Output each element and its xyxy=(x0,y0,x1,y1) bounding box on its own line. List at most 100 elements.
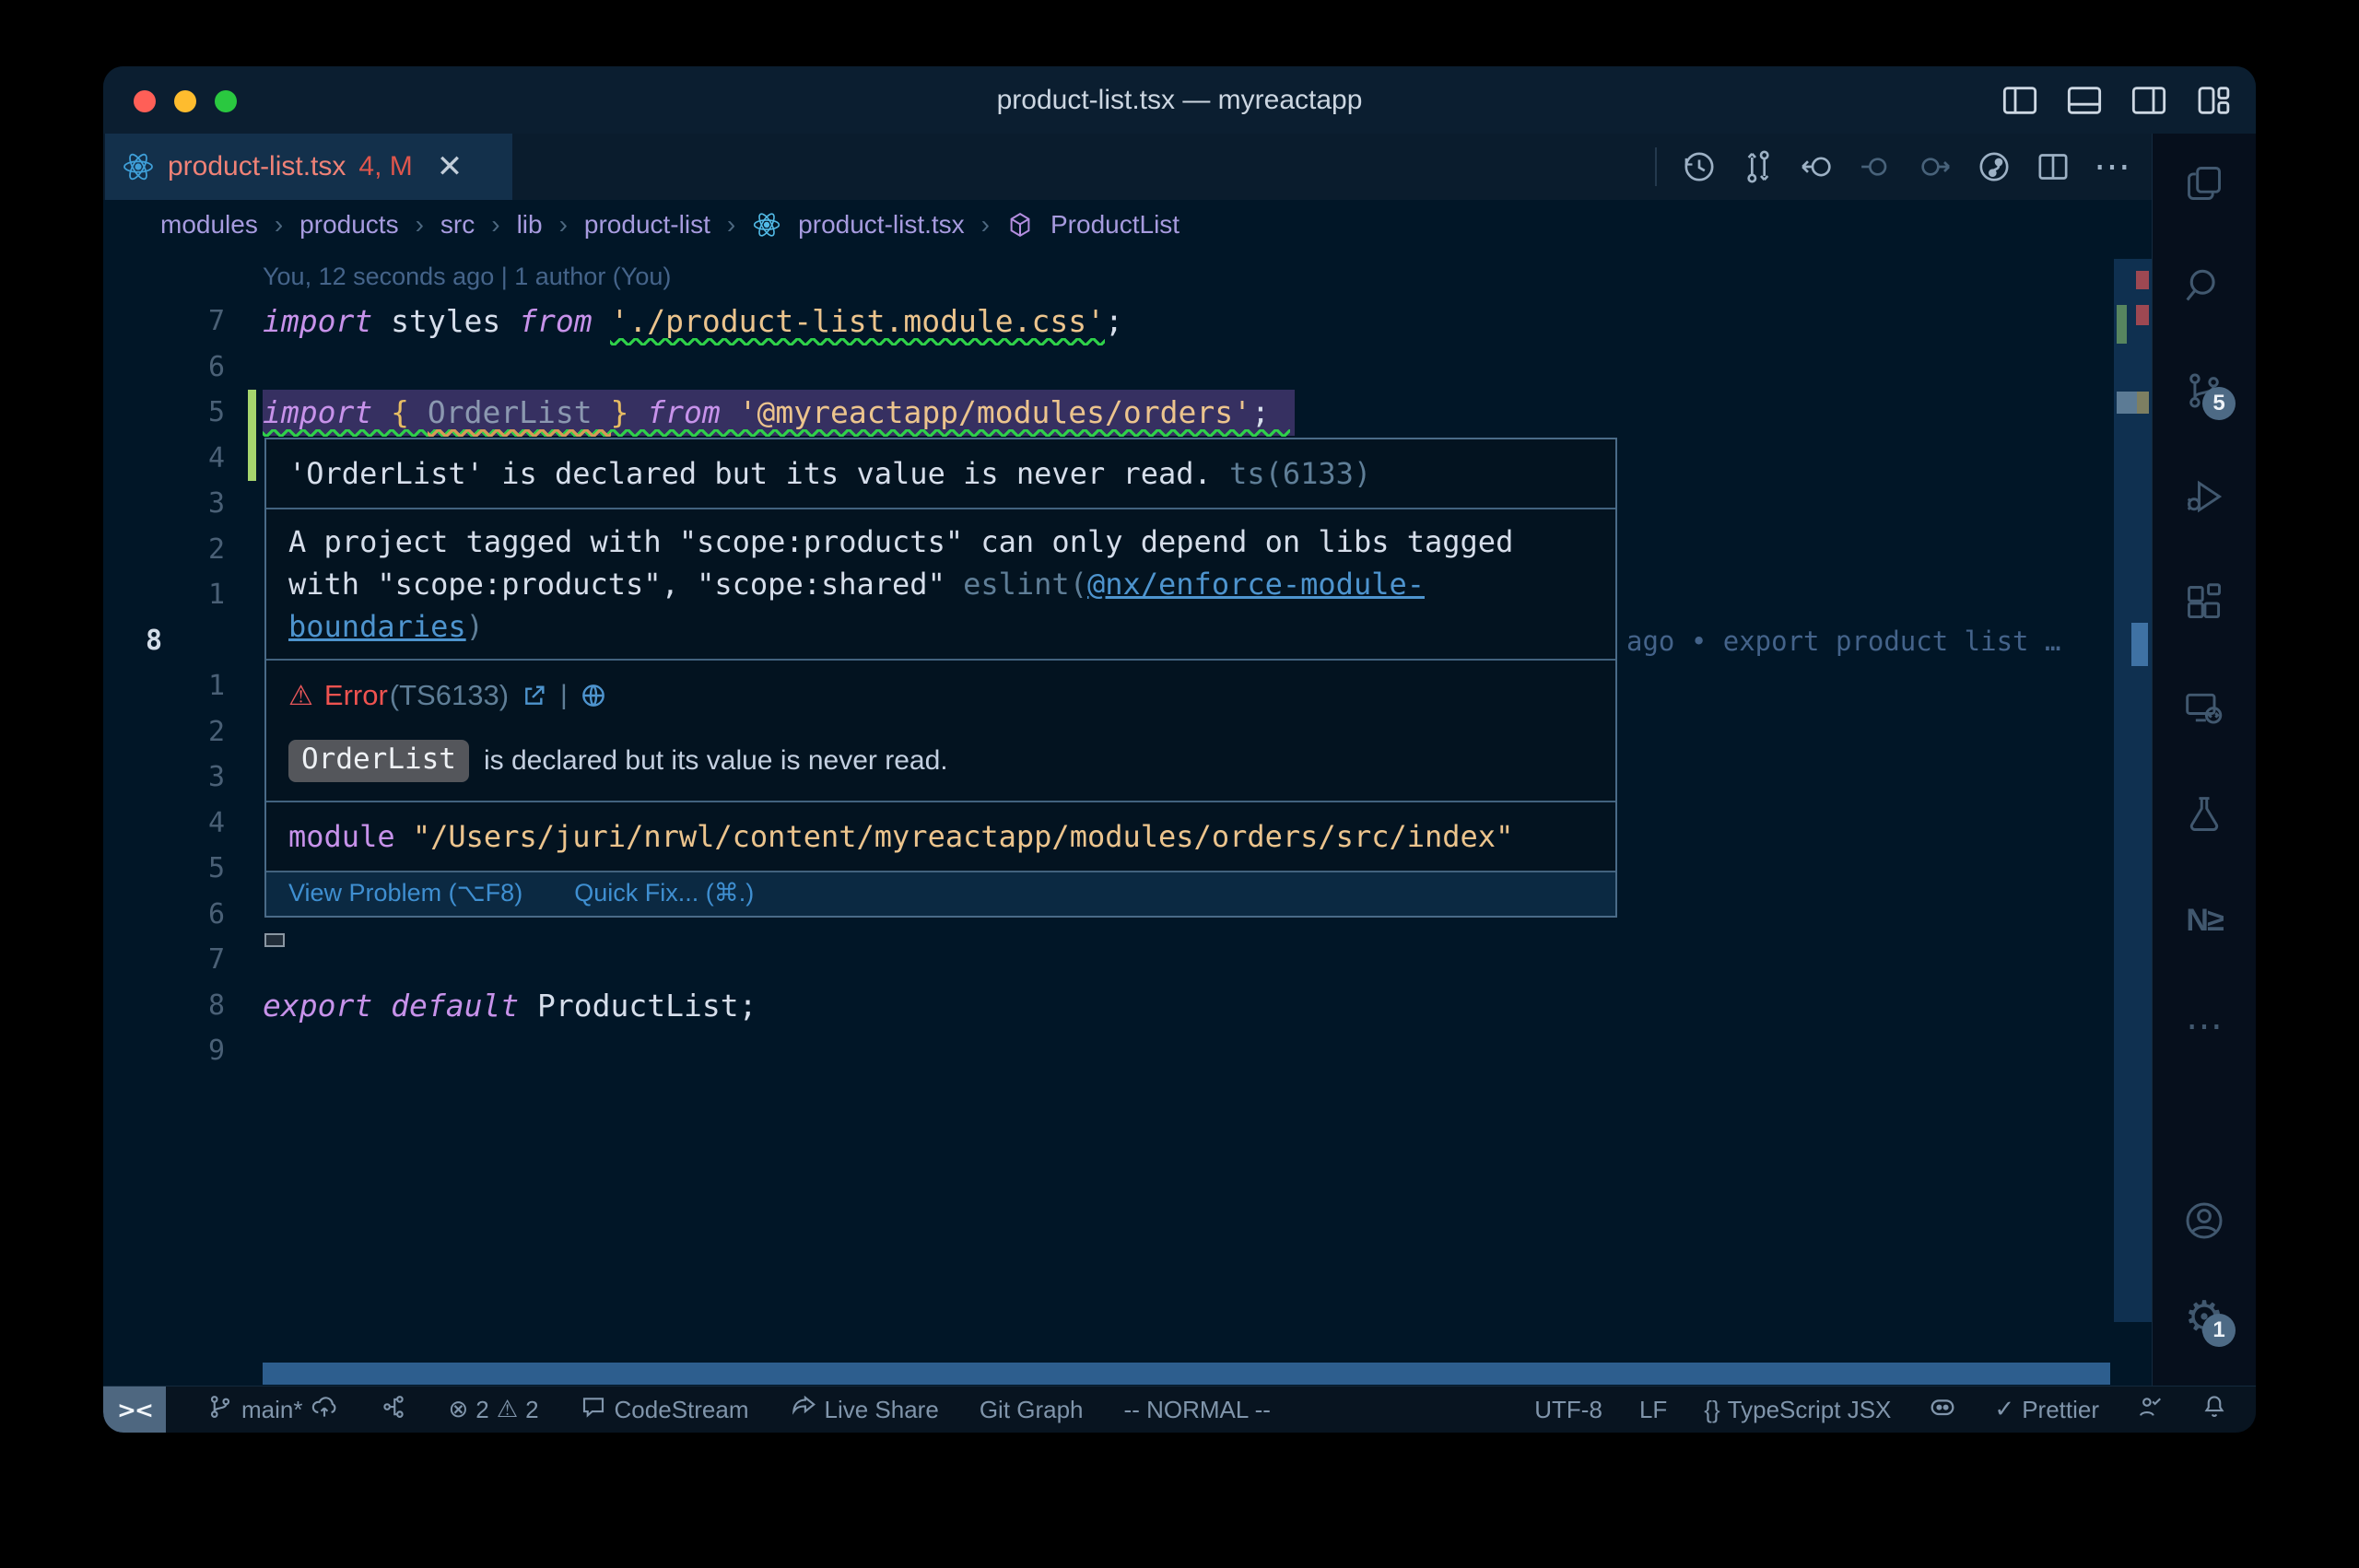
code-row[interactable]: 8 export default ProductList; xyxy=(103,983,2145,1029)
commit-graph-item[interactable] xyxy=(380,1393,407,1427)
settings-gear-icon[interactable]: ⚙ 1 xyxy=(2182,1295,2226,1340)
eslint-rule-link[interactable]: @nx/enforce-module- xyxy=(1087,567,1425,602)
run-debug-icon[interactable] xyxy=(2182,474,2226,519)
explorer-icon[interactable] xyxy=(2182,161,2226,205)
quick-fix-button[interactable]: Quick Fix... (⌘.) xyxy=(574,879,754,907)
more-actions-icon[interactable]: ⋯ xyxy=(2094,148,2130,185)
minimize-window-button[interactable] xyxy=(174,90,196,112)
line-number: 6 xyxy=(140,345,225,391)
status-right: UTF-8 LF {} TypeScript JSX ✓ Prettier xyxy=(1534,1392,2256,1428)
breadcrumb: modules › products › src › lib › product… xyxy=(103,200,2153,250)
prettier-item[interactable]: ✓ Prettier xyxy=(1994,1396,2099,1424)
toggle-sidebar-left-icon[interactable] xyxy=(2001,85,2038,116)
lint-squiggle xyxy=(263,429,1290,437)
breadcrumb-item-product-list[interactable]: product-list xyxy=(584,210,710,240)
git-graph-label: Git Graph xyxy=(980,1396,1084,1424)
editor-pane[interactable]: You, 12 seconds ago | 1 author (You) 7im… xyxy=(103,250,2256,1387)
error-header-row: ⚠ Error (TS6133) | xyxy=(288,679,1593,712)
git-graph-item[interactable]: Git Graph xyxy=(980,1396,1084,1424)
source-control-icon[interactable]: 5 xyxy=(2182,369,2226,413)
nx-console-icon[interactable]: N≥ xyxy=(2182,898,2226,942)
previous-change-icon[interactable] xyxy=(1858,148,1895,185)
tab-problem-badge: 4, M xyxy=(358,151,412,182)
extensions-icon[interactable] xyxy=(2182,580,2226,625)
feedback-item[interactable] xyxy=(2136,1393,2164,1427)
diagnostic-source: ts(6133) xyxy=(1229,456,1371,491)
live-share-item[interactable]: Live Share xyxy=(790,1393,939,1427)
globe-icon[interactable] xyxy=(579,681,608,710)
line-number: 1 xyxy=(140,663,225,709)
breadcrumb-chevron-icon: › xyxy=(727,210,735,240)
line-number: 9 xyxy=(140,1028,225,1074)
line-number: 8 xyxy=(140,983,225,1029)
share-icon xyxy=(790,1393,817,1427)
line-number: 4 xyxy=(140,801,225,847)
status-bar: >< main* ⊗ 2 ⚠ 2 CodeStream Live Sha xyxy=(103,1386,2256,1433)
tooltip-resize-grip[interactable] xyxy=(264,933,285,947)
maximize-window-button[interactable] xyxy=(215,90,237,112)
problems-item[interactable]: ⊗ 2 ⚠ 2 xyxy=(448,1396,538,1424)
go-back-icon[interactable] xyxy=(1799,148,1836,185)
vim-mode-indicator: -- NORMAL -- xyxy=(1124,1396,1271,1424)
timeline-history-icon[interactable] xyxy=(1681,148,1718,185)
line-number: 2 xyxy=(140,527,225,573)
split-editor-icon[interactable] xyxy=(2035,148,2071,185)
remote-indicator[interactable]: >< xyxy=(103,1387,166,1433)
breadcrumb-item-lib[interactable]: lib xyxy=(517,210,543,240)
git-branch-item[interactable]: main* xyxy=(206,1392,339,1428)
vertical-scrollbar[interactable] xyxy=(2114,259,2154,1322)
language-mode-item[interactable]: {} TypeScript JSX xyxy=(1704,1396,1891,1424)
view-problem-button[interactable]: View Problem (⌥F8) xyxy=(288,879,522,907)
symbol-chip: OrderList xyxy=(288,740,469,782)
additional-views-icon[interactable]: ⋯ xyxy=(2182,1004,2226,1048)
copilot-item[interactable] xyxy=(1928,1392,1957,1428)
code-row[interactable]: 6 xyxy=(103,345,2145,391)
toggle-panel-icon[interactable] xyxy=(2066,85,2103,116)
notifications-bell-item[interactable] xyxy=(2201,1393,2228,1427)
test-beaker-icon[interactable] xyxy=(2182,792,2226,837)
encoding-item[interactable]: UTF-8 xyxy=(1534,1396,1602,1424)
account-icon[interactable] xyxy=(2182,1199,2226,1243)
horizontal-scrollbar[interactable] xyxy=(263,1363,2110,1385)
customize-layout-icon[interactable] xyxy=(2195,85,2232,116)
search-icon[interactable] xyxy=(2182,263,2226,307)
tooltip-eslint-section: A project tagged with "scope:products" c… xyxy=(266,508,1615,659)
codestream-item[interactable]: CodeStream xyxy=(580,1393,749,1427)
breadcrumb-item-file[interactable]: product-list.tsx xyxy=(798,210,965,240)
remote-explorer-icon[interactable] xyxy=(2182,686,2226,731)
breadcrumb-item-symbol[interactable]: ProductList xyxy=(1050,210,1180,240)
breadcrumb-item-src[interactable]: src xyxy=(440,210,475,240)
tooltip-actions-bar: View Problem (⌥F8) Quick Fix... (⌘.) xyxy=(266,871,1615,916)
line-number: 8 xyxy=(146,618,162,664)
commit-graph-icon xyxy=(380,1393,407,1427)
separator-pipe: | xyxy=(560,680,568,711)
code-row[interactable]: 9 xyxy=(103,1028,2145,1074)
ruler-warning-mark xyxy=(2137,392,2149,414)
run-graph-icon[interactable] xyxy=(1976,148,2013,185)
eol-item[interactable]: LF xyxy=(1639,1396,1667,1424)
window-title: product-list.tsx — myreactapp xyxy=(380,66,1979,134)
close-tab-icon[interactable]: ✕ xyxy=(437,151,464,182)
window-controls xyxy=(134,90,237,112)
code-text: export default ProductList; xyxy=(263,983,757,1029)
code-row[interactable]: 7import styles from './product-list.modu… xyxy=(103,298,2145,345)
open-external-icon[interactable] xyxy=(520,681,549,710)
line-number: 7 xyxy=(140,298,225,345)
error-count: 2 xyxy=(475,1396,488,1424)
eslint-rule-link[interactable]: boundaries xyxy=(288,609,466,644)
ruler-added-mark xyxy=(2117,305,2127,344)
toggle-sidebar-right-icon[interactable] xyxy=(2130,85,2167,116)
line-number: 3 xyxy=(140,755,225,801)
bell-icon xyxy=(2201,1393,2228,1427)
ruler-error-mark xyxy=(2136,271,2149,289)
tab-product-list[interactable]: product-list.tsx 4, M ✕ xyxy=(105,134,512,200)
breadcrumb-item-products[interactable]: products xyxy=(299,210,398,240)
breadcrumb-item-modules[interactable]: modules xyxy=(160,210,258,240)
eslint-message-line1: A project tagged with "scope:products" c… xyxy=(288,521,1593,563)
close-window-button[interactable] xyxy=(134,90,156,112)
next-change-icon[interactable] xyxy=(1917,148,1954,185)
code-row[interactable]: 7 xyxy=(103,937,2145,983)
inline-blame-text: ago • export product list … xyxy=(1626,618,2060,664)
codestream-label: CodeStream xyxy=(615,1396,749,1424)
compare-changes-icon[interactable] xyxy=(1740,148,1777,185)
